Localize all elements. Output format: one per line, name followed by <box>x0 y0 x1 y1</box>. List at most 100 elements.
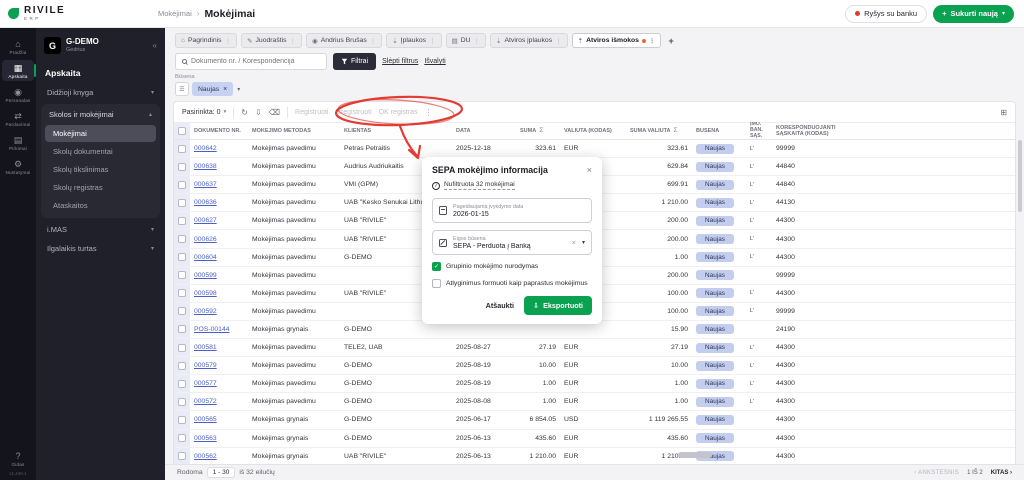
erase-icon[interactable]: ⌫ <box>269 108 280 117</box>
tab-more-icon[interactable]: ⋮ <box>474 37 481 45</box>
view-tab[interactable]: ◉ Andrius Brušas ⋮ <box>306 33 382 48</box>
document-link[interactable]: 000638 <box>194 163 217 170</box>
sidebar-subitem[interactable]: Skolų registras <box>45 179 156 196</box>
document-link[interactable]: 000627 <box>194 217 217 224</box>
header-suma[interactable]: SUMAΣ <box>516 127 560 134</box>
row-checkbox[interactable] <box>178 253 186 261</box>
row-checkbox[interactable] <box>178 362 186 370</box>
view-tab[interactable]: ⇣ Atviros įplaukos ⋮ <box>490 33 568 48</box>
sidebar-subitem[interactable]: Mokėjimai <box>45 125 156 142</box>
sidebar-subitem[interactable]: Skolų tikslinimas <box>45 161 156 178</box>
header-client[interactable]: KLIENTAS <box>340 128 452 134</box>
chevron-down-icon[interactable]: ▾ <box>237 86 240 93</box>
row-checkbox[interactable] <box>178 217 186 225</box>
sidebar-group-header[interactable]: Skolos ir mokėjimai ▴ <box>43 105 158 124</box>
row-checkbox[interactable] <box>178 416 186 424</box>
sidebar-item-didzioji-knyga[interactable]: Didžioji knyga ▾ <box>41 83 160 102</box>
sidebar-subitem[interactable]: Skolų dokumentai <box>45 143 156 160</box>
header-bank-account[interactable]: ĮMO. BAN. SĄS. <box>746 122 772 140</box>
row-checkbox[interactable] <box>178 307 186 315</box>
vertical-scrollbar[interactable] <box>1018 140 1022 212</box>
header-date[interactable]: DATA <box>452 128 516 134</box>
document-link[interactable]: 000572 <box>194 398 217 405</box>
tab-more-icon[interactable]: ⋮ <box>290 37 297 45</box>
sidebar-subitem[interactable]: Ataskaitos <box>45 197 156 214</box>
header-currency[interactable]: VALIUTA (KODAS) <box>560 128 626 134</box>
document-link[interactable]: 000581 <box>194 344 217 351</box>
checkbox-icon[interactable] <box>432 262 441 271</box>
rail-item[interactable]: ◉ Personalas <box>2 84 34 105</box>
status-filter-chip[interactable]: Naujas × <box>192 82 233 96</box>
row-checkbox[interactable] <box>178 452 186 460</box>
execution-date-field[interactable]: Pageidaujama įvykdymo data 2026-01-15 <box>432 198 592 223</box>
export-button[interactable]: ⇩ Eksportuoti <box>524 296 592 315</box>
cancel-button[interactable]: Atšaukti <box>486 301 514 310</box>
sum-icon[interactable]: Σ <box>674 127 678 134</box>
view-tab[interactable]: ⇡ Atviros išmokos ⋮ <box>572 33 662 48</box>
rows-range-select[interactable]: 1 - 30 <box>207 467 236 478</box>
tab-more-icon[interactable]: ⋮ <box>225 37 232 45</box>
table-row[interactable]: 000577 Mokėjimas pavedimu G-DEMO 2025-08… <box>174 375 1015 393</box>
toolbar-action-button[interactable]: Registruoti <box>295 109 328 116</box>
header-document-number[interactable]: DOKUMENTO NR. <box>190 128 248 134</box>
checkbox-icon[interactable] <box>432 279 441 288</box>
table-row[interactable]: 000563 Mokėjimas grynais G-DEMO 2025-06-… <box>174 430 1015 448</box>
rail-item[interactable]: ⚙ Nustatymai <box>2 156 34 177</box>
group-payment-checkbox-row[interactable]: Grupinio mokėjimo nurodymas <box>432 262 592 271</box>
header-status[interactable]: BŪSENA <box>692 128 746 134</box>
salary-payments-checkbox-row[interactable]: Atlyginimus formuoti kaip paprastus mokė… <box>432 279 592 288</box>
close-icon[interactable]: × <box>587 165 592 175</box>
view-tab[interactable]: ⌂ Pagrindinis ⋮ <box>175 33 237 48</box>
selected-count-dropdown[interactable]: Pasirinkta: 0 ▾ <box>182 109 226 116</box>
bank-connection-button[interactable]: Ryšys su banku <box>845 5 927 23</box>
tab-more-icon[interactable]: ⋮ <box>555 37 562 45</box>
table-row[interactable]: 000581 Mokėjimas pavedimu TELE2, UAB 202… <box>174 339 1015 357</box>
row-checkbox[interactable] <box>178 325 186 333</box>
more-actions-icon[interactable]: ⋮ <box>425 108 433 117</box>
row-checkbox[interactable] <box>178 163 186 171</box>
sum-icon[interactable]: Σ <box>539 127 543 134</box>
header-payment-method[interactable]: MOKĖJIMO METODAS <box>248 128 340 134</box>
rail-item[interactable]: ⌂ Pradžia <box>2 36 34 57</box>
tab-more-icon[interactable]: ⋮ <box>649 37 656 45</box>
add-tab-button[interactable]: + <box>665 36 676 46</box>
tab-more-icon[interactable]: ⋮ <box>429 37 436 45</box>
table-row[interactable]: 000579 Mokėjimas pavedimu G-DEMO 2025-08… <box>174 357 1015 375</box>
row-checkbox[interactable] <box>178 235 186 243</box>
breadcrumb-item[interactable]: Mokėjimai <box>158 9 192 18</box>
tab-more-icon[interactable]: ⋮ <box>370 37 377 45</box>
next-page-button[interactable]: KITAS › <box>991 470 1012 476</box>
company-switcher[interactable]: G G-DEMO Gedrius « <box>41 35 160 62</box>
hide-filters-link[interactable]: Slėpti filtrus <box>382 58 418 65</box>
document-link[interactable]: 000563 <box>194 435 217 442</box>
filter-drag-icon[interactable]: ☰ <box>175 82 189 96</box>
column-settings-icon[interactable]: ⊞ <box>1000 108 1007 117</box>
rail-item[interactable]: ▤ Pirkimai <box>2 132 34 153</box>
toolbar-action-button[interactable]: OK registras <box>379 109 418 116</box>
search-input[interactable] <box>191 58 320 65</box>
table-row[interactable]: 000562 Mokėjimas grynais UAB "RIVILĖ" 20… <box>174 448 1015 464</box>
row-checkbox[interactable] <box>178 199 186 207</box>
document-link[interactable]: 000604 <box>194 254 217 261</box>
chevron-down-icon[interactable]: ▾ <box>582 239 585 246</box>
document-link[interactable]: 000598 <box>194 290 217 297</box>
collapse-sidebar-icon[interactable]: « <box>153 41 157 50</box>
table-row[interactable]: 000565 Mokėjimas grynais G-DEMO 2025-06-… <box>174 411 1015 429</box>
document-link[interactable]: 000599 <box>194 272 217 279</box>
table-row[interactable]: 000642 Mokėjimas pavedimu Petras Petrait… <box>174 140 1015 158</box>
horizontal-scrollbar[interactable] <box>678 452 712 458</box>
document-link[interactable]: 000626 <box>194 236 217 243</box>
select-all-checkbox[interactable] <box>178 127 186 135</box>
progress-status-select[interactable]: Eigos būsena SEPA - Perduota į Banką × ▾ <box>432 230 592 255</box>
clear-icon[interactable]: × <box>572 238 576 247</box>
document-link[interactable]: 000637 <box>194 181 217 188</box>
rail-item[interactable]: ▦ Apskaita <box>2 60 34 81</box>
row-checkbox[interactable] <box>178 380 186 388</box>
view-tab[interactable]: ▤ DU ⋮ <box>446 33 486 48</box>
document-link[interactable]: 000577 <box>194 380 217 387</box>
previous-page-button[interactable]: ‹ ANKSTESNIS <box>914 470 959 476</box>
document-link[interactable]: 000592 <box>194 308 217 315</box>
document-link[interactable]: 000562 <box>194 453 217 460</box>
row-checkbox[interactable] <box>178 181 186 189</box>
download-icon[interactable]: ⇩ <box>255 108 262 117</box>
